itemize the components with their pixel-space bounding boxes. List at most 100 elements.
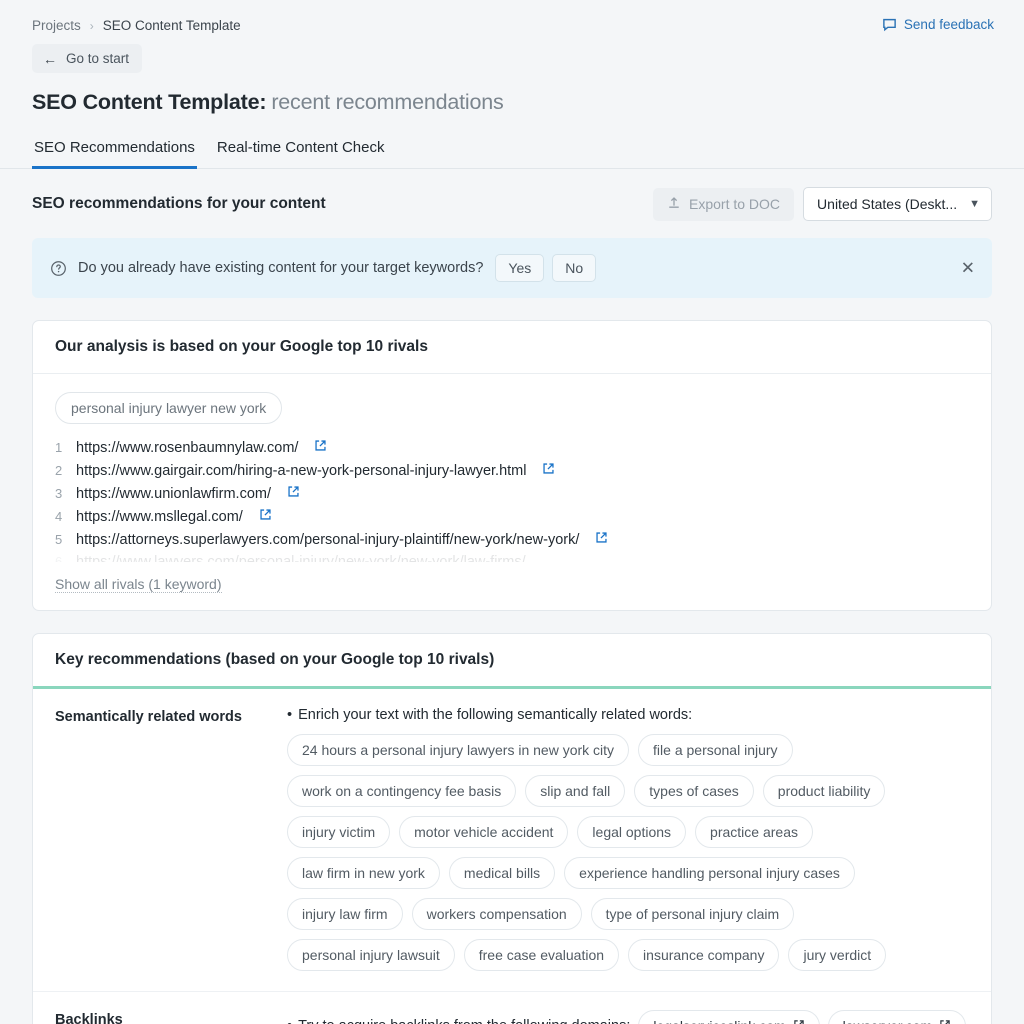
export-to-doc-button[interactable]: Export to DOC: [653, 187, 795, 221]
list-item: 1 https://www.rosenbaumnylaw.com/: [55, 436, 969, 459]
chip[interactable]: free case evaluation: [463, 939, 620, 971]
question-circle-icon: [50, 260, 67, 277]
chip[interactable]: insurance company: [628, 939, 780, 971]
arrow-left-icon: ←: [43, 50, 57, 67]
top-bar: Projects › SEO Content Template Send fee…: [0, 0, 1024, 115]
backlink-domain: legalserviceslink.com: [653, 1018, 785, 1024]
backlink-chip[interactable]: lawserver.com: [827, 1010, 967, 1024]
external-link-icon[interactable]: [287, 485, 300, 502]
key-recommendations-card: Key recommendations (based on your Googl…: [32, 633, 992, 1024]
bullet-icon: •: [287, 1018, 292, 1024]
chip[interactable]: 24 hours a personal injury lawyers in ne…: [287, 734, 630, 766]
banner-answer-buttons: Yes No: [495, 254, 597, 282]
rival-rank: 3: [55, 486, 63, 501]
breadcrumb-current[interactable]: SEO Content Template: [103, 18, 241, 33]
section-label: Backlinks: [55, 1012, 123, 1024]
section-semantically-related-words: Semantically related words • Enrich your…: [33, 689, 991, 991]
location-device-select[interactable]: United States (Deskt... ▼: [803, 187, 992, 221]
speech-bubble-icon: [882, 17, 897, 32]
list-item: 6 https://www.lawyers.com/personal-injur…: [55, 551, 969, 562]
backlink-domain: lawserver.com: [843, 1018, 932, 1024]
external-link-icon[interactable]: [542, 462, 555, 479]
send-feedback-label: Send feedback: [903, 17, 994, 32]
rivals-card: Our analysis is based on your Google top…: [32, 320, 992, 611]
chip[interactable]: jury verdict: [788, 939, 887, 971]
section-lead-line: • Try to acquire backlinks from the foll…: [287, 1010, 969, 1024]
breadcrumb-projects[interactable]: Projects: [32, 18, 81, 33]
chip[interactable]: legal options: [577, 816, 687, 848]
section-label: Semantically related words: [55, 709, 242, 725]
send-feedback-link[interactable]: Send feedback: [882, 17, 994, 32]
backlink-chip[interactable]: legalserviceslink.com: [638, 1010, 820, 1024]
rival-rank: 2: [55, 463, 63, 478]
rival-url[interactable]: https://www.rosenbaumnylaw.com/: [76, 440, 298, 456]
chip[interactable]: type of personal injury claim: [590, 898, 795, 930]
chip[interactable]: medical bills: [448, 857, 556, 889]
external-link-icon: [793, 1018, 805, 1024]
chip[interactable]: practice areas: [695, 816, 813, 848]
section-lead-line: • Enrich your text with the following se…: [287, 707, 969, 723]
export-to-doc-label: Export to DOC: [689, 196, 781, 212]
semantic-word-chips: 24 hours a personal injury lawyers in ne…: [287, 734, 969, 971]
section-backlinks: Backlinks • Try to acquire backlinks fro…: [33, 991, 991, 1024]
close-icon[interactable]: ✕: [961, 260, 975, 277]
chip[interactable]: workers compensation: [411, 898, 582, 930]
tab-real-time-content-check[interactable]: Real-time Content Check: [215, 139, 387, 169]
existing-content-banner: Do you already have existing content for…: [32, 238, 992, 298]
external-link-icon[interactable]: [595, 531, 608, 548]
banner-no-button[interactable]: No: [552, 254, 597, 282]
chip[interactable]: product liability: [762, 775, 886, 807]
go-to-start-label: Go to start: [66, 51, 130, 66]
rivals-card-body: personal injury lawyer new york 1 https:…: [33, 374, 991, 610]
upload-icon: [667, 196, 681, 213]
list-item: 3 https://www.unionlawfirm.com/: [55, 482, 969, 505]
banner-question-text: Do you already have existing content for…: [78, 260, 484, 276]
list-item: 2 https://www.gairgair.com/hiring-a-new-…: [55, 459, 969, 482]
rival-url[interactable]: https://www.unionlawfirm.com/: [76, 486, 271, 502]
rivals-keyword-chip[interactable]: personal injury lawyer new york: [55, 392, 283, 424]
chevron-down-icon: ▼: [969, 198, 980, 210]
list-item: 4 https://www.msllegal.com/: [55, 505, 969, 528]
section-lead-text: Enrich your text with the following sema…: [298, 707, 693, 723]
toolbar-actions: Export to DOC United States (Deskt... ▼: [653, 187, 992, 221]
rivals-list: 1 https://www.rosenbaumnylaw.com/ 2 http…: [55, 436, 969, 562]
chip[interactable]: personal injury lawsuit: [287, 939, 455, 971]
page-title-sub: recent recommendations: [271, 90, 504, 114]
external-link-icon[interactable]: [314, 439, 327, 456]
list-item: 5 https://attorneys.superlawyers.com/per…: [55, 528, 969, 551]
chip[interactable]: injury victim: [287, 816, 391, 848]
rival-url[interactable]: https://attorneys.superlawyers.com/perso…: [76, 532, 579, 548]
breadcrumb-separator-icon: ›: [89, 18, 94, 33]
chip[interactable]: experience handling personal injury case…: [564, 857, 855, 889]
rival-url[interactable]: https://www.gairgair.com/hiring-a-new-yo…: [76, 463, 526, 479]
external-link-icon[interactable]: [259, 508, 272, 525]
chip[interactable]: work on a contingency fee basis: [287, 775, 517, 807]
rival-rank: 1: [55, 440, 63, 455]
page-title-main: SEO Content Template:: [32, 90, 267, 114]
rival-url[interactable]: https://www.msllegal.com/: [76, 509, 243, 525]
breadcrumb: Projects › SEO Content Template: [32, 18, 992, 33]
rival-url[interactable]: https://www.lawyers.com/personal-injury/…: [76, 554, 526, 562]
page-title: SEO Content Template: recent recommendati…: [32, 90, 992, 115]
location-device-value: United States (Deskt...: [817, 196, 958, 212]
chip[interactable]: injury law firm: [287, 898, 403, 930]
section-lead-text: Try to acquire backlinks from the follow…: [298, 1018, 630, 1024]
go-to-start-button[interactable]: ← Go to start: [32, 44, 143, 73]
chip[interactable]: law firm in new york: [287, 857, 440, 889]
bullet-icon: •: [287, 707, 293, 723]
banner-yes-button[interactable]: Yes: [495, 254, 545, 282]
rivals-card-title: Our analysis is based on your Google top…: [33, 321, 991, 374]
chip[interactable]: file a personal injury: [638, 734, 793, 766]
section-content: • Try to acquire backlinks from the foll…: [287, 1010, 969, 1024]
show-all-rivals-link[interactable]: Show all rivals (1 keyword): [55, 576, 222, 593]
rival-rank: 4: [55, 509, 63, 524]
seo-content-template-page: Projects › SEO Content Template Send fee…: [0, 0, 1024, 1024]
rival-rank: 5: [55, 532, 63, 547]
chip[interactable]: types of cases: [634, 775, 754, 807]
section-content: • Enrich your text with the following se…: [287, 707, 969, 971]
chip[interactable]: slip and fall: [525, 775, 626, 807]
external-link-icon: [939, 1018, 951, 1024]
chip[interactable]: motor vehicle accident: [399, 816, 569, 848]
section-heading: SEO recommendations for your content: [32, 195, 326, 212]
tab-seo-recommendations[interactable]: SEO Recommendations: [32, 139, 197, 169]
